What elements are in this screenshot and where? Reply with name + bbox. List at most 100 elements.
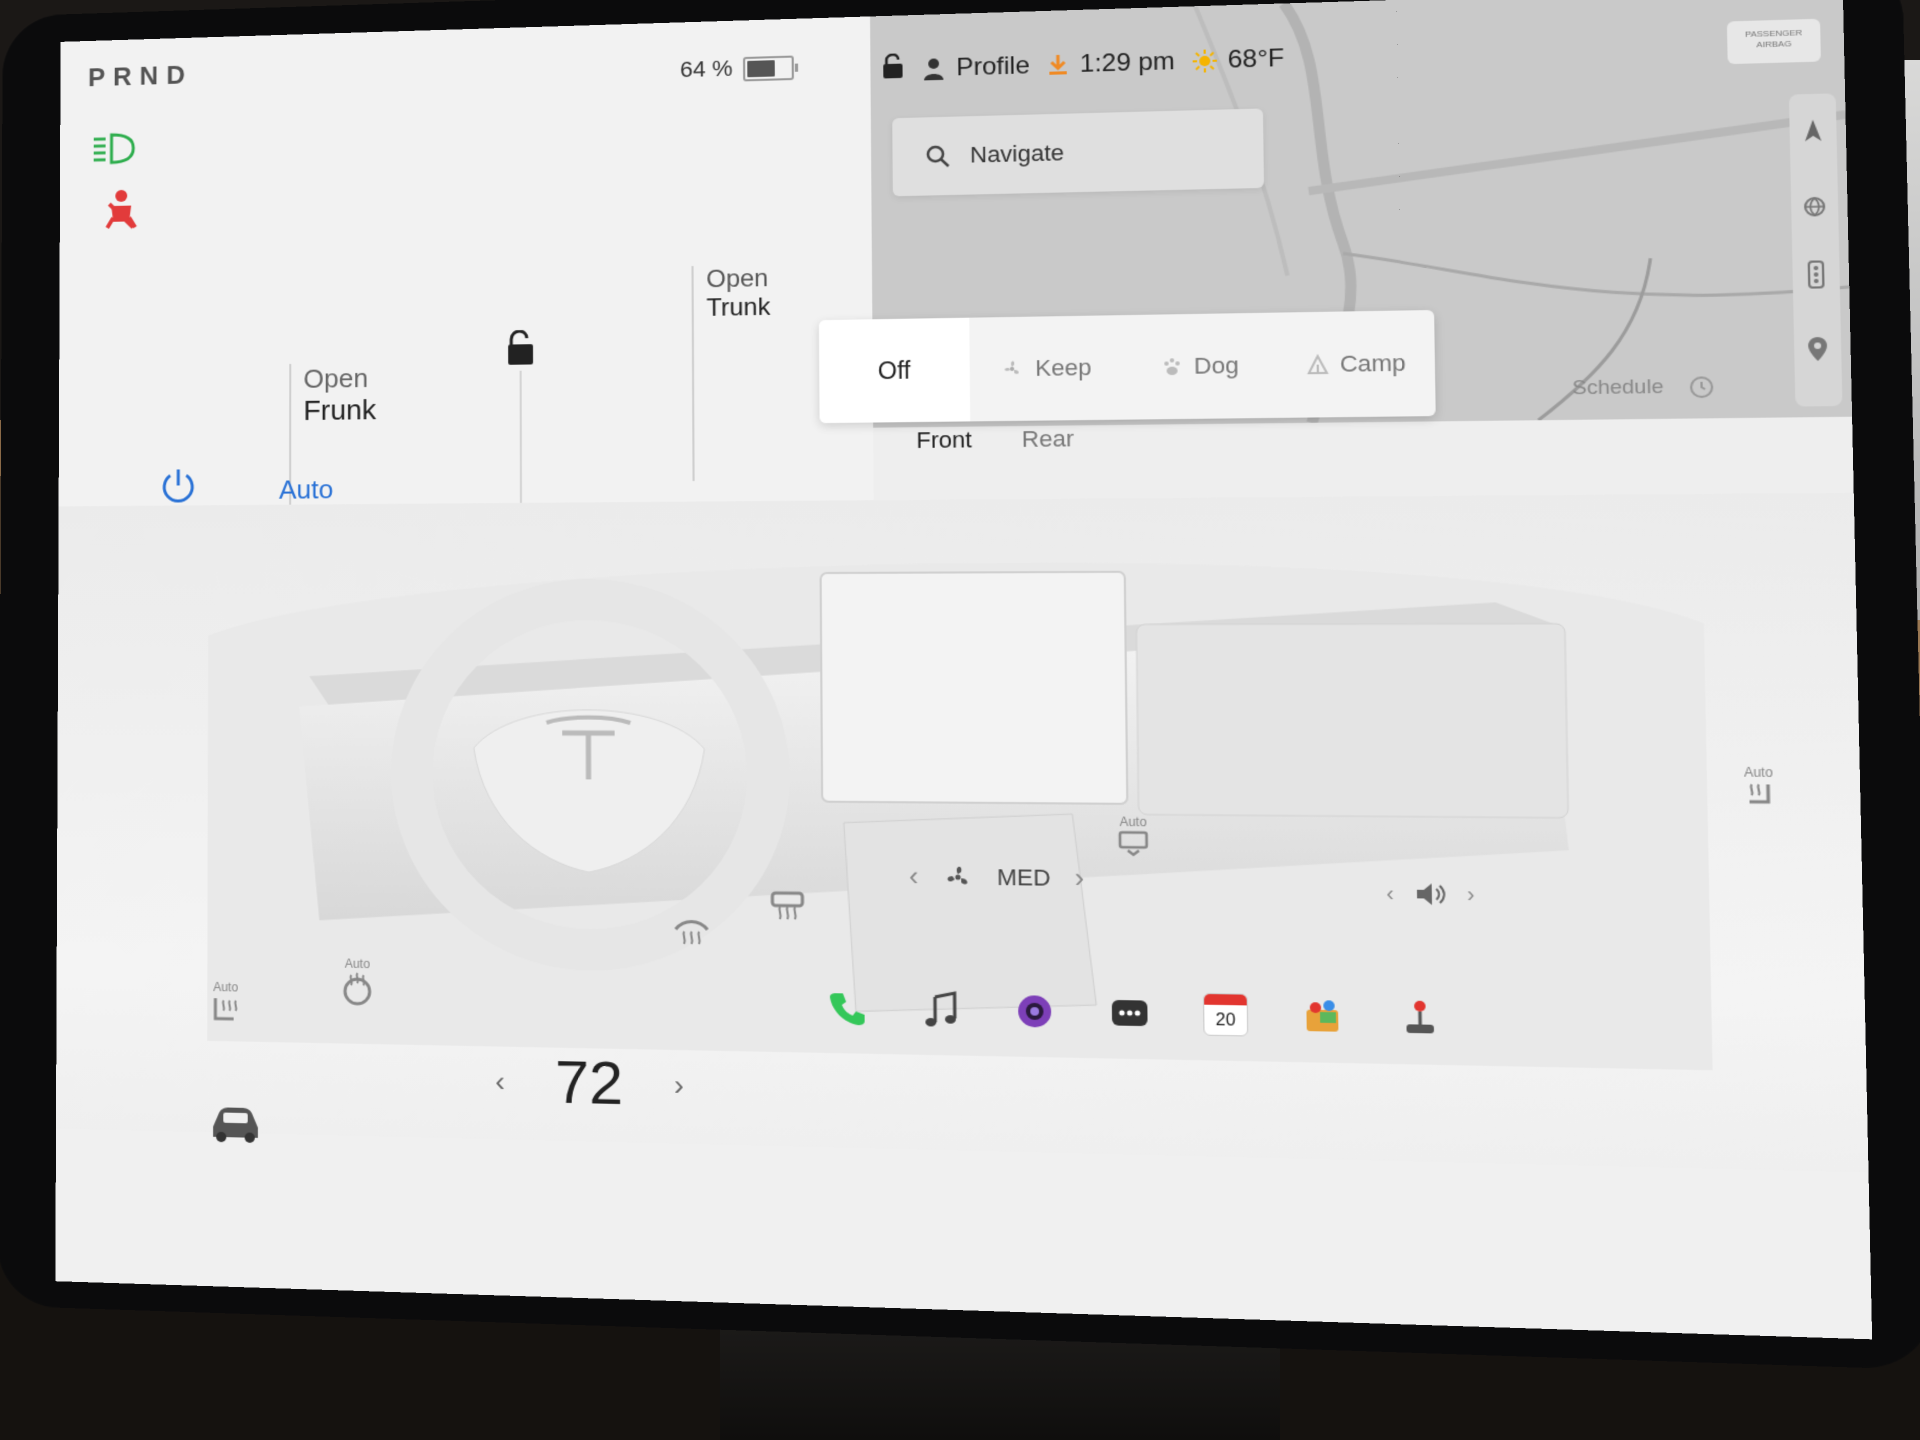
profile-label: Profile: [956, 51, 1030, 82]
driver-seat-heater[interactable]: Auto: [207, 980, 244, 1035]
map-controls: [1788, 93, 1843, 407]
compass-icon[interactable]: [1801, 117, 1825, 149]
rear-defrost-button[interactable]: [769, 890, 806, 927]
mode-off-label: Off: [877, 356, 911, 384]
tab-rear[interactable]: Rear: [1022, 425, 1074, 453]
schedule-button[interactable]: Schedule: [1572, 375, 1715, 400]
unlocked-padlock-icon: [504, 330, 534, 365]
more-icon: [1111, 999, 1148, 1027]
seatbelt-warning-icon: [99, 187, 143, 240]
battery-fill: [747, 60, 775, 78]
calendar-app[interactable]: 20: [1201, 991, 1251, 1039]
frunk-label-line1: Open: [303, 362, 369, 394]
climate-keeper-modes: Off Keep Dog Camp: [818, 309, 1436, 424]
climate-zone-tabs: Front Rear: [916, 425, 1074, 454]
more-apps-button[interactable]: [1105, 989, 1154, 1037]
trunk-label-line2: Trunk: [706, 293, 771, 323]
trunk-label-line1: Open: [706, 264, 769, 294]
weather: 68°F: [1192, 44, 1284, 76]
phone-icon: [829, 993, 865, 1026]
calendar-icon: 20: [1202, 992, 1249, 1037]
search-icon: [925, 143, 951, 168]
passenger-airbag-indicator: PASSENGER AIRBAG: [1726, 18, 1821, 65]
mode-dog-label: Dog: [1193, 352, 1239, 379]
phone-app[interactable]: [823, 985, 871, 1032]
passenger-seat-heater[interactable]: Auto: [1742, 765, 1776, 814]
battery-percentage: 64 %: [679, 55, 733, 83]
clock-icon: [1689, 375, 1715, 399]
tent-icon: [1306, 354, 1329, 375]
pin-icon[interactable]: [1807, 336, 1829, 368]
door-unlock-button[interactable]: [504, 330, 537, 372]
speaker-icon: [1416, 881, 1446, 907]
profile-button[interactable]: Profile: [922, 52, 1030, 84]
rear-defrost-icon: [769, 890, 806, 922]
recirculation-auto-label: Auto: [1119, 814, 1147, 830]
traffic-light-icon[interactable]: [1806, 260, 1825, 294]
airflow-recirculation-button[interactable]: Auto: [1116, 814, 1150, 860]
outside-temperature: 68°F: [1227, 44, 1285, 74]
arcade-app[interactable]: [1395, 994, 1446, 1042]
center-screen-shape: [821, 572, 1128, 804]
person-icon: [924, 58, 944, 81]
cabin-illustration: [207, 505, 1713, 1071]
panel-divider: [519, 370, 522, 503]
tab-front[interactable]: Front: [916, 427, 972, 455]
headlight-icon: [90, 128, 142, 174]
music-app[interactable]: [916, 986, 964, 1033]
volume-down-button[interactable]: ‹: [1386, 881, 1394, 906]
fan-speed-value: MED: [996, 863, 1051, 891]
climate-power-button[interactable]: [158, 465, 198, 510]
fan-speed-control: ‹ MED ›: [909, 860, 1085, 895]
car-icon: [213, 1107, 258, 1143]
airbag-line2: AIRBAG: [1756, 38, 1792, 50]
recirculation-icon: [1117, 829, 1151, 857]
front-defrost-icon: [673, 915, 709, 947]
temp-decrease-button[interactable]: ‹: [495, 1065, 505, 1098]
power-icon: [158, 465, 198, 505]
vehicle-panel: PRND 64 % Open Frunk Open Trunk: [58, 16, 878, 507]
gear-indicator: PRND: [88, 59, 193, 93]
navigate-search[interactable]: Navigate: [892, 108, 1265, 197]
climate-auto-button[interactable]: Auto: [279, 474, 333, 506]
camera-icon: [1018, 995, 1052, 1028]
time-text: 1:29 pm: [1079, 47, 1175, 79]
toybox-app[interactable]: [1297, 992, 1347, 1040]
mode-keep[interactable]: Keep: [969, 315, 1123, 421]
mode-off[interactable]: Off: [818, 317, 971, 424]
download-icon: [1047, 53, 1069, 75]
clock: 1:29 pm: [1047, 47, 1175, 80]
steering-heater-icon: [340, 971, 375, 1006]
mode-camp-label: Camp: [1339, 349, 1407, 377]
wheel-heater-auto-label: Auto: [344, 956, 371, 972]
fan-icon: [947, 866, 968, 884]
paw-icon: [1164, 358, 1180, 376]
lock-status-icon[interactable]: [881, 53, 905, 87]
fan-icon: [1005, 360, 1020, 375]
navigate-placeholder: Navigate: [969, 139, 1065, 168]
status-bar: Profile 1:29 pm 68°F: [881, 33, 1285, 96]
camera-app[interactable]: [1010, 988, 1059, 1035]
fan-increase-button[interactable]: ›: [1075, 862, 1085, 895]
touchscreen: PRND 64 % Open Frunk Open Trunk Profile …: [55, 0, 1873, 1340]
steering-wheel-heater[interactable]: Auto: [340, 956, 375, 1009]
cabin-temperature-value: 72: [555, 1048, 624, 1118]
passenger-seat-auto-label: Auto: [1743, 764, 1774, 781]
joystick-icon: [1406, 1000, 1434, 1034]
battery-icon: [743, 55, 794, 82]
calendar-day: 20: [1215, 1011, 1236, 1030]
seat-heater-icon: [207, 994, 244, 1031]
car-controls-button[interactable]: [207, 1102, 264, 1149]
driver-seat-auto-label: Auto: [213, 979, 239, 995]
mode-camp[interactable]: Camp: [1277, 310, 1436, 418]
cabin-temperature-control: ‹ 72 ›: [495, 1046, 684, 1120]
volume-control: ‹ ›: [1386, 881, 1475, 908]
front-defrost-button[interactable]: [673, 915, 709, 952]
volume-up-button[interactable]: ›: [1467, 882, 1475, 907]
fan-decrease-button[interactable]: ‹: [909, 860, 919, 893]
sun-icon: [1192, 49, 1217, 73]
seat-heater-icon: [1742, 780, 1776, 811]
mode-dog[interactable]: Dog: [1122, 313, 1278, 420]
globe-icon[interactable]: [1803, 196, 1827, 223]
temp-increase-button[interactable]: ›: [674, 1068, 684, 1102]
